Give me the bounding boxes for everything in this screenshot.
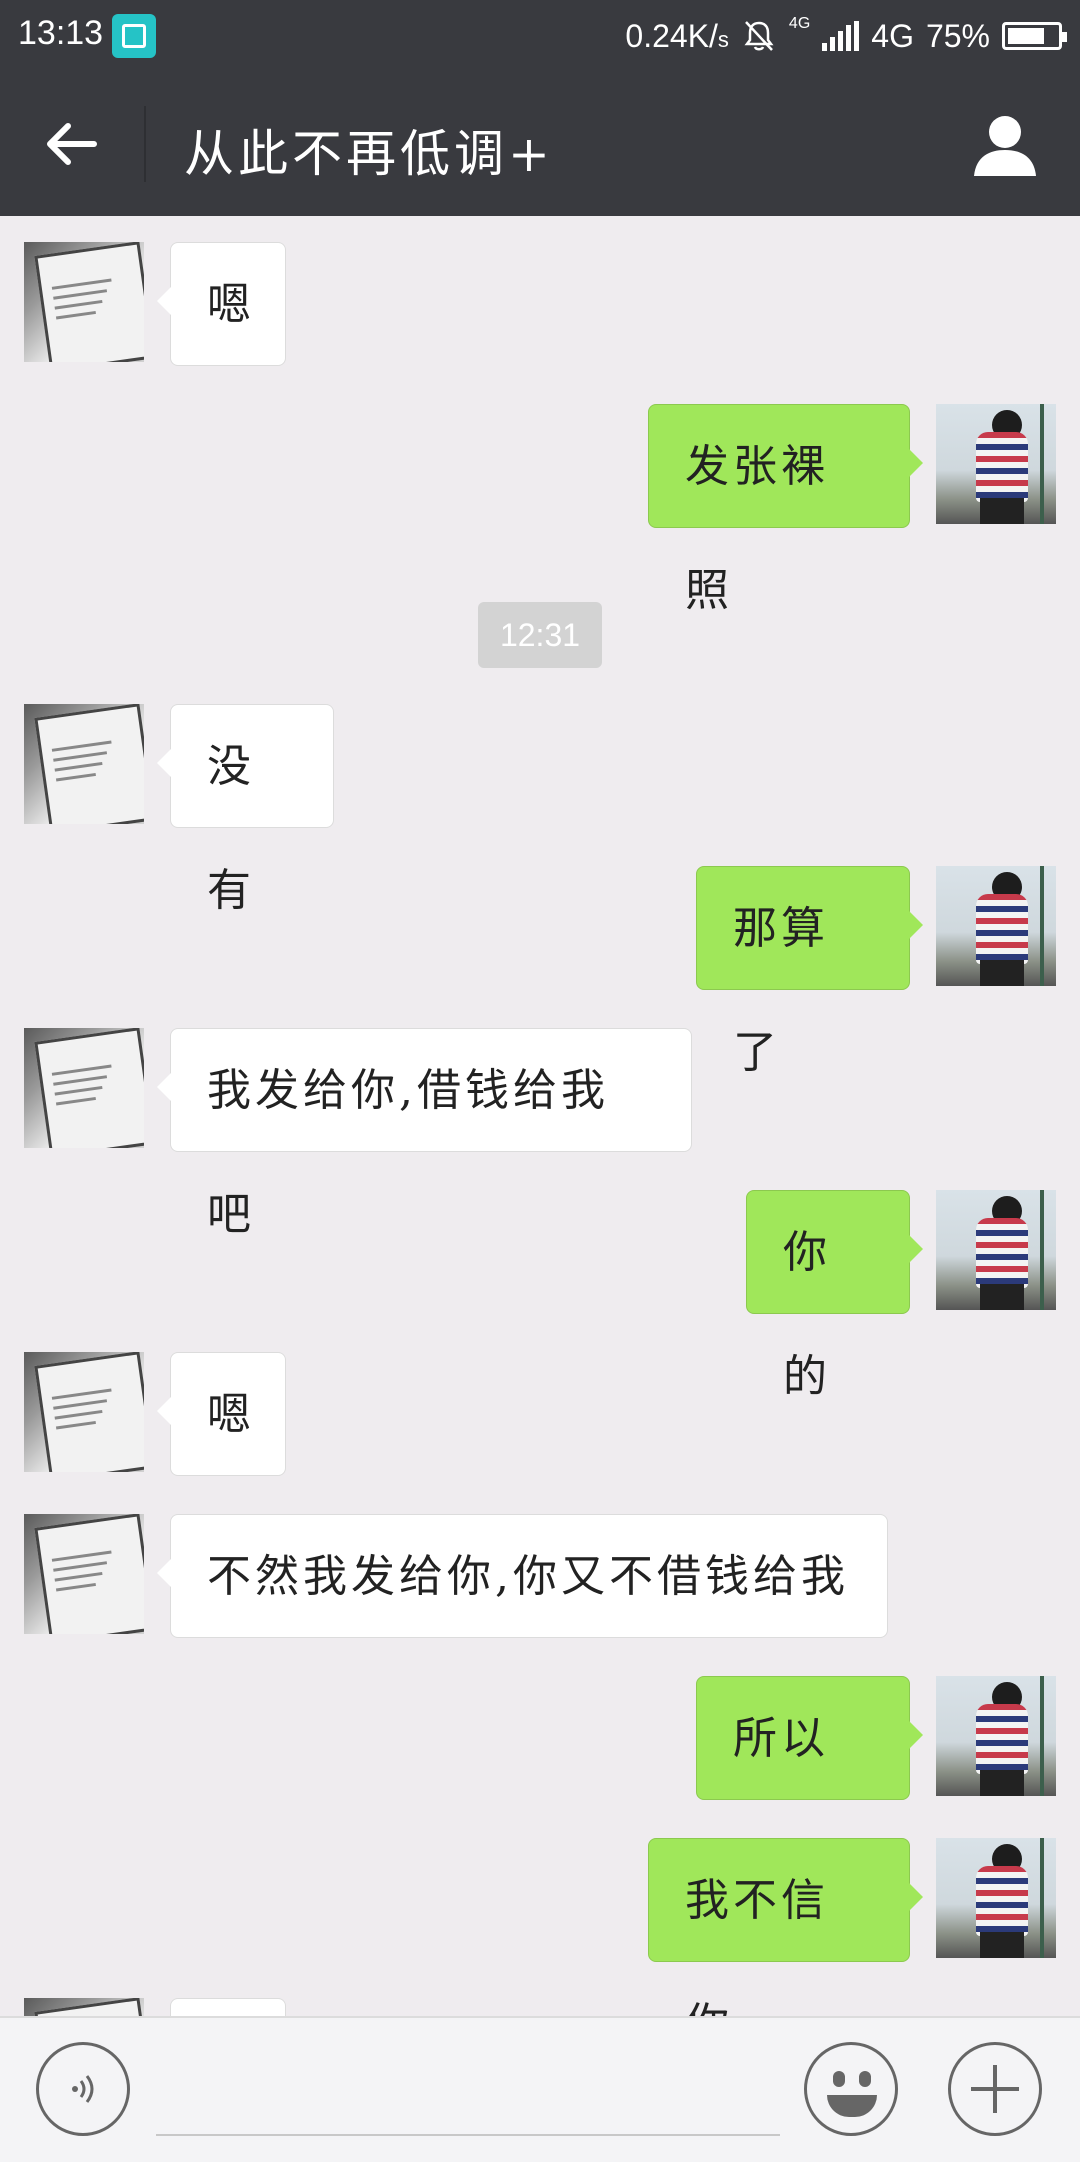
screenshot-app-icon [112, 14, 156, 58]
more-button[interactable] [948, 2042, 1042, 2136]
outgoing-message-bubble[interactable]: 所以啊 [696, 1676, 923, 1888]
outgoing-message-bubble[interactable]: 你的 [746, 1190, 923, 1402]
my-avatar[interactable] [936, 1838, 1056, 1958]
incoming-message-bubble[interactable]: 不然我发给你,你又不借钱给我 [157, 1514, 888, 1638]
network-speed: 0.24K/s [625, 18, 729, 55]
back-button[interactable] [30, 108, 110, 180]
outgoing-message-bubble[interactable]: 那算了 [696, 866, 923, 1078]
message-row: 发张裸照 [0, 404, 1080, 616]
contact-avatar[interactable] [24, 1028, 144, 1148]
chat-header: 从此不再低调+ [0, 72, 1080, 216]
chat-title: 从此不再低调+ [184, 125, 554, 183]
input-bar [0, 2016, 1080, 2162]
incoming-message-bubble[interactable]: 嗯 [157, 242, 286, 366]
contact-avatar[interactable] [24, 242, 144, 362]
contact-avatar[interactable] [24, 1352, 144, 1472]
message-row: 所以啊 [0, 1676, 1080, 1888]
voice-icon [72, 2075, 94, 2103]
message-row-partial [0, 1998, 1080, 2016]
network-small-label: 4G [788, 15, 811, 32]
incoming-message-bubble[interactable]: 我发给你,借钱给我吧 [157, 1028, 692, 1240]
message-row: 那算了 [0, 866, 1080, 1078]
status-bar: 13:13 0.24K/s 4G 4G 75% [0, 0, 1080, 72]
contact-avatar[interactable] [24, 1998, 144, 2016]
contact-avatar[interactable] [24, 704, 144, 824]
message-row: 嗯 [0, 1352, 1080, 1476]
time-divider: 12:31 [478, 602, 602, 668]
network-speed-unit: s [717, 26, 729, 52]
emoji-button[interactable] [804, 2042, 898, 2136]
status-time: 13:13 [18, 14, 104, 52]
network-speed-value: 0.24K/ [625, 17, 718, 54]
outgoing-message-bubble[interactable]: 我不信你 [648, 1838, 923, 2016]
signal-icon [822, 21, 860, 51]
voice-button[interactable] [36, 2042, 130, 2136]
incoming-message-bubble[interactable]: 没有 [157, 704, 334, 916]
my-avatar[interactable] [936, 1676, 1056, 1796]
back-arrow-icon [47, 123, 97, 165]
message-input[interactable] [156, 2134, 780, 2136]
battery-icon [1002, 22, 1067, 50]
message-row: 你的 [0, 1190, 1080, 1402]
header-divider [144, 106, 146, 182]
person-icon [974, 116, 1036, 176]
my-avatar[interactable] [936, 866, 1056, 986]
message-row: 没有 [0, 704, 1080, 916]
my-avatar[interactable] [936, 1190, 1056, 1310]
network-type: 4G [871, 17, 914, 54]
contact-avatar[interactable] [24, 1514, 144, 1634]
incoming-message-bubble[interactable]: 嗯 [157, 1352, 286, 1476]
message-bubble-partial[interactable] [170, 1998, 286, 2016]
mute-bell-icon [744, 21, 774, 51]
my-avatar[interactable] [936, 404, 1056, 524]
profile-button[interactable] [970, 110, 1040, 180]
message-row: 我发给你,借钱给我吧 [0, 1028, 1080, 1240]
outgoing-message-bubble[interactable]: 发张裸照 [648, 404, 923, 616]
message-row: 嗯 [0, 242, 1080, 366]
message-row: 我不信你 [0, 1838, 1080, 2016]
message-row: 不然我发给你,你又不借钱给我 [0, 1514, 1080, 1638]
battery-percent: 75% [925, 17, 990, 54]
chat-area[interactable]: 嗯发张裸照没有那算了我发给你,借钱给我吧你的嗯不然我发给你,你又不借钱给我所以啊… [0, 216, 1080, 2016]
